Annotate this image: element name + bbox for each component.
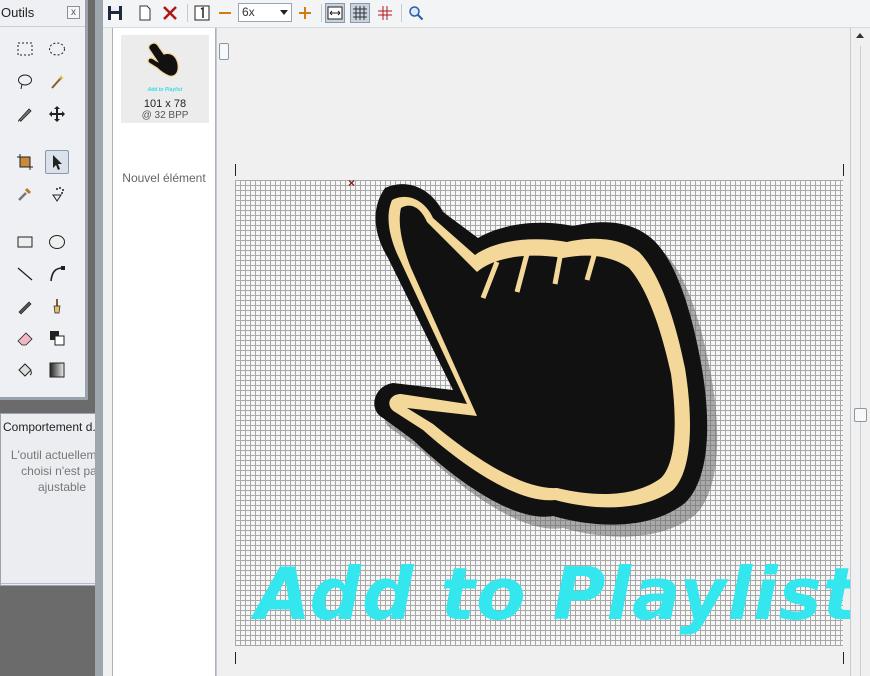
list-item[interactable]: Add to Playlist 101 x 78 @ 32 BPP xyxy=(121,35,209,123)
actual-size-icon[interactable] xyxy=(192,3,212,23)
pen-select-icon[interactable] xyxy=(13,102,37,126)
scroll-thumb[interactable] xyxy=(854,408,867,422)
new-image-icon[interactable] xyxy=(135,3,155,23)
ellipse-icon[interactable] xyxy=(45,230,69,254)
save-icon[interactable] xyxy=(105,3,125,23)
toolbar-separator xyxy=(321,4,322,22)
line-icon[interactable] xyxy=(13,262,37,286)
editor-window: 6x Add to Playlist 101 x 78 @ 32 BPP Nou… xyxy=(103,0,870,676)
pencil-icon[interactable] xyxy=(13,294,37,318)
tools-title: Outils xyxy=(1,5,35,20)
zoom-in-icon[interactable] xyxy=(295,3,315,23)
vertical-scrollbar[interactable] xyxy=(850,28,870,676)
toolbar: 6x xyxy=(103,0,870,28)
scroll-thumb[interactable] xyxy=(219,43,229,60)
toolbar-separator xyxy=(187,4,188,22)
canvas-area[interactable]: × Add to Playlist xyxy=(216,28,857,676)
toolbar-separator xyxy=(401,4,402,22)
ellipse-select-icon[interactable] xyxy=(45,37,69,61)
image-dimensions: 101 x 78 xyxy=(143,98,187,110)
thumbnail-caption: Add to Playlist xyxy=(147,87,183,93)
crop-icon[interactable] xyxy=(13,150,37,174)
close-icon[interactable]: x xyxy=(67,6,80,19)
eyedropper-icon[interactable] xyxy=(13,182,37,206)
spray-icon[interactable] xyxy=(45,182,69,206)
curve-icon[interactable] xyxy=(45,262,69,286)
rect-select-icon[interactable] xyxy=(13,37,37,61)
behavior-title: Comportement d... xyxy=(3,420,103,434)
zoom-select[interactable]: 6x xyxy=(238,3,292,22)
image-bpp: @ 32 BPP xyxy=(141,110,189,121)
fill-icon[interactable] xyxy=(13,358,37,382)
zoom-value: 6x xyxy=(242,5,255,19)
gradient-icon[interactable] xyxy=(45,358,69,382)
canvas-corner-mark xyxy=(843,652,844,664)
zoom-out-icon[interactable] xyxy=(215,3,235,23)
new-item-button[interactable]: Nouvel élément xyxy=(113,171,215,185)
image-text: Add to Playlist xyxy=(255,552,858,636)
hand-cursor-icon xyxy=(147,42,179,77)
chevron-down-icon xyxy=(280,10,288,15)
canvas-corner-mark xyxy=(235,164,236,176)
rectangle-icon[interactable] xyxy=(13,230,37,254)
pointer-icon[interactable] xyxy=(45,150,69,174)
color-replace-icon[interactable] xyxy=(45,326,69,350)
scroll-up-icon[interactable] xyxy=(856,33,864,38)
fit-icon[interactable] xyxy=(325,3,345,23)
canvas-corner-mark xyxy=(235,652,236,664)
hotspot-marker[interactable]: × xyxy=(348,176,355,190)
lasso-icon[interactable] xyxy=(13,70,37,94)
brush-icon[interactable] xyxy=(45,294,69,318)
tools-titlebar[interactable]: Outils x xyxy=(0,0,85,27)
magic-wand-icon[interactable] xyxy=(45,70,69,94)
hotspot-icon[interactable] xyxy=(375,3,395,23)
scroll-track[interactable] xyxy=(860,46,861,676)
magnifier-icon[interactable] xyxy=(406,3,426,23)
eraser-icon[interactable] xyxy=(13,326,37,350)
image-list: Add to Playlist 101 x 78 @ 32 BPP Nouvel… xyxy=(112,28,216,676)
tools-panel: Outils x xyxy=(0,0,88,400)
panel-splitter[interactable] xyxy=(95,0,103,676)
delete-icon[interactable] xyxy=(160,3,180,23)
grid-icon[interactable] xyxy=(350,3,370,23)
canvas-corner-mark xyxy=(843,164,844,176)
move-icon[interactable] xyxy=(45,102,69,126)
